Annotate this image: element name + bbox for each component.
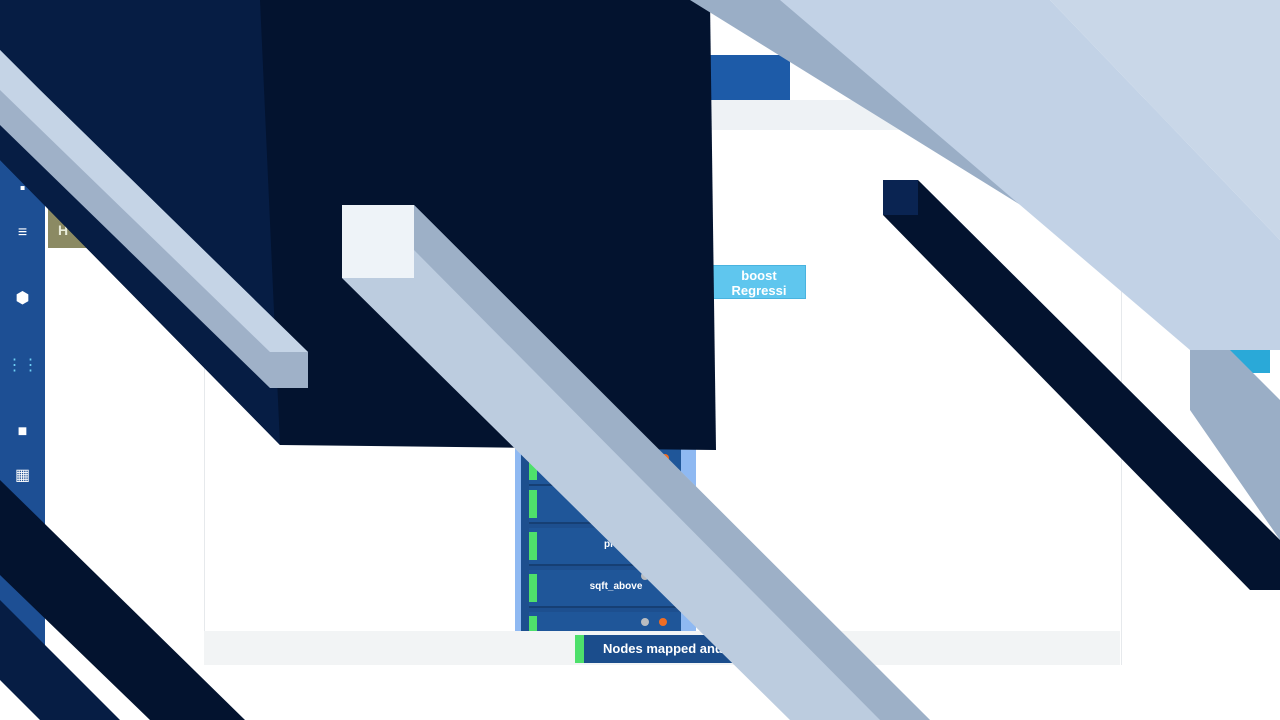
field-row[interactable]: [529, 486, 681, 524]
folder-icon[interactable]: ■: [0, 415, 45, 449]
input-port-icon[interactable]: [641, 572, 649, 580]
status-toast: Nodes mapped and: [575, 635, 735, 663]
toolbar-strip: [700, 100, 1280, 130]
field-indicator: [529, 532, 537, 560]
header-tab: [700, 55, 790, 101]
input-port-icon[interactable]: [641, 618, 649, 626]
output-port-icon[interactable]: [661, 454, 669, 462]
series-node[interactable]: ries: [1190, 350, 1270, 373]
field-label: price: [604, 539, 628, 550]
left-sidebar: ▪ ≡ ⬢ ⋮⋮ ■ ▦ ⇪: [0, 0, 45, 665]
field-row[interactable]: [529, 612, 681, 631]
field-indicator: [529, 490, 537, 518]
xgboost-regression-node[interactable]: boost Regressi on: [712, 265, 806, 313]
node-chip[interactable]: H: [48, 208, 88, 248]
file-icon[interactable]: ▪: [0, 172, 45, 206]
cube-icon[interactable]: ⬢: [0, 282, 45, 316]
app-window: ▪ ≡ ⬢ ⋮⋮ ■ ▦ ⇪ H boost Regressi on ries …: [0, 0, 1280, 720]
field-row[interactable]: sqft_above: [529, 570, 681, 608]
field-indicator: [529, 574, 537, 602]
xgboost-node-label-line2: on: [751, 298, 767, 313]
node-fields-list: price sqft_above: [521, 446, 681, 631]
field-row[interactable]: [529, 448, 681, 486]
upload-icon[interactable]: ⇪: [0, 614, 45, 648]
field-indicator: [529, 452, 537, 480]
output-port-icon[interactable]: [659, 618, 667, 626]
grid-icon[interactable]: ⋮⋮: [0, 349, 45, 383]
database-icon[interactable]: ≡: [0, 216, 45, 250]
field-indicator: [529, 616, 537, 631]
xgboost-node-label-line1: boost Regressi: [731, 268, 787, 298]
field-label: sqft_above: [589, 581, 643, 592]
dashboard-icon[interactable]: ▦: [0, 459, 45, 493]
field-row[interactable]: price: [529, 528, 681, 566]
